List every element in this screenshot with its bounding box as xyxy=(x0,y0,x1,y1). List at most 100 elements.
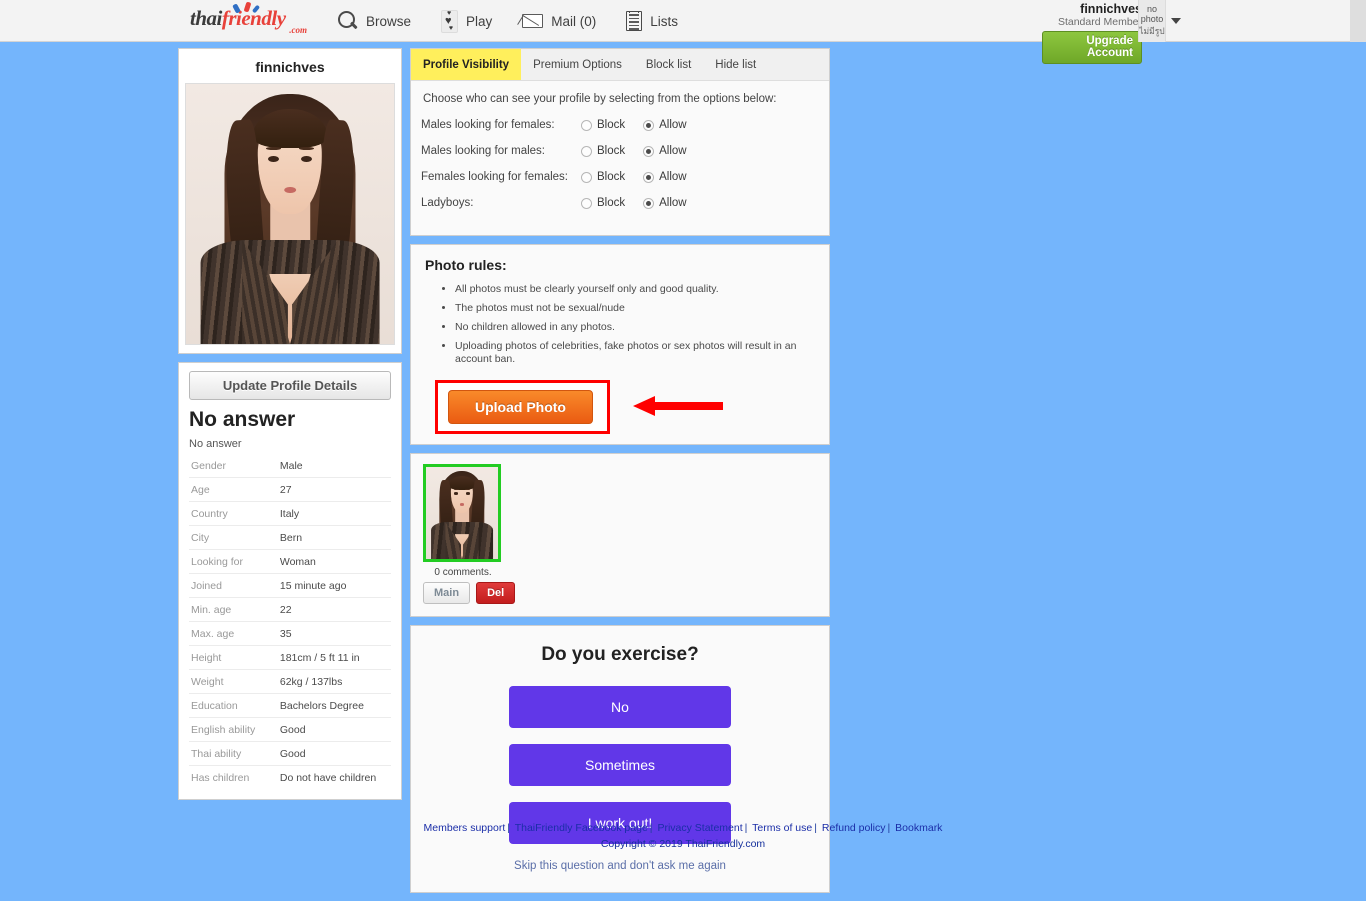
header-inner: thaifriendly .com Browse ♥ ♥ ♥ Play Mail (… xyxy=(178,0,1188,64)
portrait-illustration xyxy=(186,84,394,344)
right-column: Profile Visibility Premium Options Block… xyxy=(410,48,830,901)
nav-label-browse: Browse xyxy=(366,13,412,29)
envelope-icon xyxy=(522,14,544,28)
radio-block-males-males[interactable] xyxy=(581,145,592,157)
photo-rules-list: All photos must be clearly yourself only… xyxy=(425,283,815,366)
profile-details-card: Update Profile Details No answer No answ… xyxy=(178,362,402,800)
table-row: City Bern xyxy=(189,525,391,550)
table-row: Education Bachelors Degree xyxy=(189,693,391,718)
profile-main-photo[interactable] xyxy=(185,83,395,345)
radio-allow-ladyboys[interactable] xyxy=(643,197,655,209)
attr-key: City xyxy=(191,531,210,544)
radio-group-males-males: Block Allow xyxy=(581,145,705,157)
attr-value: Italy xyxy=(279,507,300,520)
footer-separator: | xyxy=(649,822,653,834)
account-menu-toggle[interactable] xyxy=(1166,0,1186,42)
account-username: finnichves xyxy=(1080,2,1142,16)
profile-attributes-table: Gender Male Age 27 Country Italy City Bern L… xyxy=(189,454,391,789)
visibility-row-label: Males looking for males: xyxy=(421,145,545,157)
attr-key: Joined xyxy=(191,579,222,592)
footer-link-terms-of-use[interactable]: Terms of use xyxy=(752,822,812,834)
footer-copyright: Copyright © 2019 ThaiFriendly.com xyxy=(600,838,766,850)
attr-value: 22 xyxy=(279,603,292,616)
nav-label-lists: Lists xyxy=(650,13,679,29)
table-row: Weight 62kg / 137lbs xyxy=(189,669,391,694)
attr-key: Height xyxy=(191,651,222,664)
photo-item: 0 comments. Main Del xyxy=(423,464,516,604)
footer-link-bookmark[interactable]: Bookmark xyxy=(895,822,942,834)
profile-headline: No answer xyxy=(189,408,296,431)
attr-key: Weight xyxy=(191,675,224,688)
radio-label-block: Block xyxy=(597,145,626,157)
attr-key: Has children xyxy=(191,771,250,784)
radio-label-block: Block xyxy=(597,197,626,209)
tab-block-list[interactable]: Block list xyxy=(634,49,703,80)
table-row: Min. age 22 xyxy=(189,597,391,622)
list-item: No children allowed in any photos. xyxy=(455,321,815,334)
footer-separator: | xyxy=(744,822,748,834)
radio-allow-females-females[interactable] xyxy=(643,171,655,183)
attr-value: 181cm / 5 ft 11 in xyxy=(279,651,360,664)
site-logo[interactable]: thaifriendly .com xyxy=(190,1,308,37)
scrollbar[interactable] xyxy=(1350,0,1366,42)
visibility-row-males-males: Males looking for males: Block Allow xyxy=(421,145,819,157)
upload-photo-button[interactable]: Upload Photo xyxy=(448,390,593,424)
table-row: Has children Do not have children xyxy=(189,765,391,790)
photo-thumbnail[interactable] xyxy=(423,464,501,562)
footer-link-members-support[interactable]: Members support xyxy=(424,822,506,834)
survey-option-no[interactable]: No xyxy=(509,686,731,728)
page-body: finnichves Update Profile Details No ans… xyxy=(0,42,1366,893)
left-column: finnichves Update Profile Details No ans… xyxy=(178,48,402,808)
attr-value: 27 xyxy=(279,483,292,496)
tab-profile-visibility[interactable]: Profile Visibility xyxy=(411,49,522,80)
footer-separator: | xyxy=(507,822,510,834)
radio-block-males-females[interactable] xyxy=(581,119,592,131)
set-main-photo-button[interactable]: Main xyxy=(423,582,471,604)
attr-key: Gender xyxy=(191,459,227,472)
attr-value: Do not have children xyxy=(279,771,377,784)
attr-key: Min. age xyxy=(191,603,232,616)
playing-card-heart-icon: ♥ ♥ ♥ xyxy=(441,9,459,33)
radio-group-females-females: Block Allow xyxy=(581,171,705,183)
footer-separator: | xyxy=(887,822,891,834)
attr-key: English ability xyxy=(191,723,256,736)
radio-group-ladyboys: Block Allow xyxy=(581,197,705,209)
attr-key: Thai ability xyxy=(191,747,242,760)
page-title: finnichves xyxy=(255,59,325,75)
survey-option-sometimes[interactable]: Sometimes xyxy=(509,744,731,786)
avatar[interactable]: no photo ไม่มีรูป xyxy=(1138,0,1166,42)
nav-item-lists[interactable]: Lists xyxy=(626,11,678,31)
table-row: Country Italy xyxy=(189,501,391,526)
nav-item-browse[interactable]: Browse xyxy=(338,11,411,31)
photo-rules-title: Photo rules: xyxy=(425,257,507,273)
visibility-row-females-females: Females looking for females: Block Allow xyxy=(421,171,819,183)
nav-item-play[interactable]: ♥ ♥ ♥ Play xyxy=(441,9,493,33)
photo-actions: Main Del xyxy=(423,582,516,604)
site-footer: Members support | ThaiFriendly Facebook p… xyxy=(178,822,1188,850)
radio-block-ladyboys[interactable] xyxy=(581,197,592,209)
notepad-icon xyxy=(626,11,643,31)
tab-premium-options[interactable]: Premium Options xyxy=(521,49,634,80)
attr-key: Looking for xyxy=(191,555,243,568)
user-account-box: finnichves Standard Member Upgrade Accou… xyxy=(1042,0,1142,64)
radio-block-females-females[interactable] xyxy=(581,171,592,183)
survey-skip-link[interactable]: Skip this question and don't ask me agai… xyxy=(425,860,815,872)
footer-link-refund-policy[interactable]: Refund policy xyxy=(822,822,886,834)
visibility-row-ladyboys: Ladyboys: Block Allow xyxy=(421,197,819,209)
radio-allow-males-males[interactable] xyxy=(643,145,655,157)
attr-value: Male xyxy=(279,459,303,472)
list-item: Uploading photos of celebrities, fake ph… xyxy=(455,340,815,366)
nav-item-mail[interactable]: Mail (0) xyxy=(522,14,596,29)
footer-link-facebook-page[interactable]: ThaiFriendly Facebook page xyxy=(515,822,648,834)
nav-label-play: Play xyxy=(466,13,493,29)
radio-allow-males-females[interactable] xyxy=(643,119,655,131)
avatar-placeholder-thai: ไม่มีรูป xyxy=(1139,26,1165,36)
site-header: thaifriendly .com Browse ♥ ♥ ♥ Play Mail (… xyxy=(0,0,1366,64)
update-profile-details-button[interactable]: Update Profile Details xyxy=(189,371,391,400)
delete-photo-button[interactable]: Del xyxy=(476,582,516,604)
photo-rules-card: Photo rules: All photos must be clearly … xyxy=(410,244,830,445)
table-row: Age 27 xyxy=(189,477,391,502)
table-row: Joined 15 minute ago xyxy=(189,573,391,598)
footer-link-privacy-statement[interactable]: Privacy Statement xyxy=(657,822,742,834)
tab-hide-list[interactable]: Hide list xyxy=(703,49,768,80)
